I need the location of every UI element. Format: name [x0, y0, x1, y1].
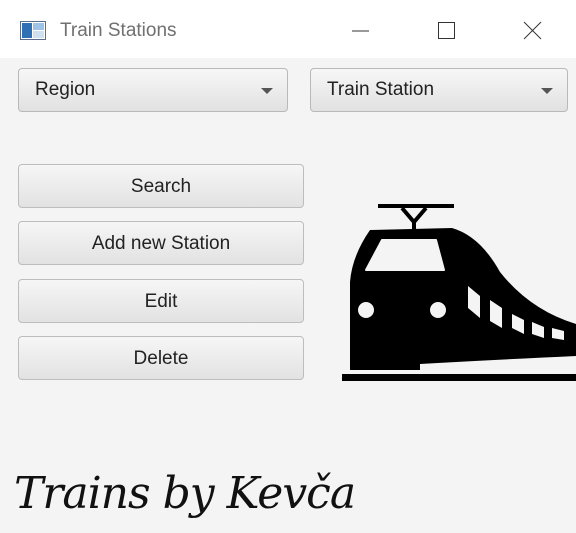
minimize-icon — [352, 30, 369, 32]
train-station-dropdown[interactable]: Train Station — [310, 68, 568, 112]
add-station-button[interactable]: Add new Station — [18, 221, 304, 265]
region-dropdown[interactable]: Region — [18, 68, 288, 112]
edit-button[interactable]: Edit — [18, 279, 304, 323]
chevron-down-icon — [541, 88, 553, 94]
minimize-button[interactable] — [332, 0, 388, 58]
window-title: Train Stations — [60, 20, 177, 41]
app-window: Train Stations Region Train Station Sear… — [0, 0, 576, 533]
search-button[interactable]: Search — [18, 164, 304, 208]
delete-button[interactable]: Delete — [18, 336, 304, 380]
region-dropdown-label: Region — [35, 79, 96, 100]
close-button[interactable] — [504, 0, 560, 58]
maximize-button[interactable] — [418, 0, 474, 58]
maximize-icon — [438, 22, 455, 39]
brand-logo-text: Trains by Kevča — [14, 468, 356, 519]
title-bar[interactable]: Train Stations — [0, 0, 576, 58]
train-station-dropdown-label: Train Station — [327, 79, 435, 100]
close-icon — [523, 21, 542, 40]
chevron-down-icon — [261, 88, 273, 94]
train-icon — [342, 204, 576, 381]
app-window-icon — [20, 21, 46, 40]
